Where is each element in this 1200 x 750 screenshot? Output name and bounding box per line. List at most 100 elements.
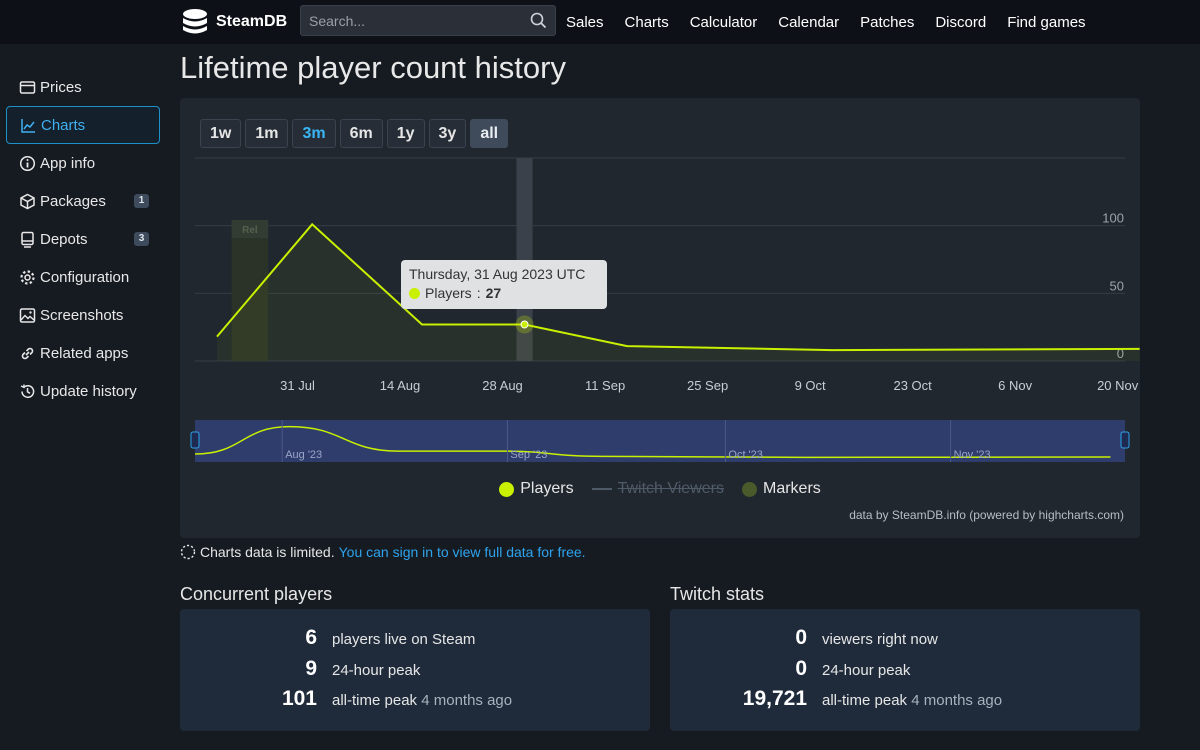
- sidebar-item-label: Charts: [41, 116, 86, 134]
- range-6m-button[interactable]: 6m: [339, 119, 383, 148]
- twitch-all-time-peak-value: 19,721: [742, 687, 807, 710]
- stat-row: 9 24-hour peak: [180, 657, 650, 687]
- x-tick-label: 11 Sep: [585, 378, 625, 393]
- twitch-stats-title: Twitch stats: [670, 584, 765, 604]
- legend-players[interactable]: Players: [499, 480, 574, 498]
- navigator-label: Sep '23: [510, 449, 547, 461]
- sidebar-item-related-apps[interactable]: Related apps: [6, 334, 160, 372]
- steamdb-logo-icon: [183, 9, 207, 34]
- info-icon: [19, 155, 36, 171]
- twitch-all-time-peak-label: all-time peak 4 months ago: [822, 692, 1002, 709]
- nav-find-games[interactable]: Find games: [1007, 14, 1085, 31]
- navigator-label: Oct '23: [728, 449, 763, 461]
- data-limited-notice: Charts data is limited. You can sign in …: [180, 544, 586, 560]
- history-icon: [20, 383, 35, 398]
- tooltip-value: 27: [485, 285, 502, 301]
- twitch-peak-24h-label: 24-hour peak: [822, 662, 911, 679]
- nav-discord[interactable]: Discord: [935, 14, 986, 31]
- range-1w-button[interactable]: 1w: [200, 119, 242, 148]
- legend-twitch-line: [591, 488, 612, 490]
- sidebar-item-label: Depots: [40, 230, 88, 248]
- hover-point: [520, 320, 529, 329]
- player-chart-panel: 050100Rel31 Jul14 Aug28 Aug11 Sep25 Sep9…: [180, 98, 1140, 538]
- legend-twitch-viewers[interactable]: Twitch Viewers: [591, 480, 724, 498]
- tooltip-series-row: Players: 27: [409, 285, 599, 301]
- navigator-handle: [190, 431, 200, 449]
- logo-text: SteamDB: [216, 13, 288, 30]
- range-1y-button[interactable]: 1y: [386, 119, 425, 148]
- top-navbar: SteamDB Sales Charts Calculator Calendar…: [0, 0, 1200, 44]
- dashed-circle-icon: [180, 544, 196, 560]
- sidebar-item-depots[interactable]: Depots 3: [6, 220, 160, 258]
- navigator-label: Aug '23: [285, 449, 322, 461]
- nav-patches[interactable]: Patches: [860, 14, 914, 31]
- main-nav: Sales Charts Calculator Calendar Patches…: [566, 0, 1086, 44]
- search-icon[interactable]: [530, 12, 547, 29]
- sidebar-item-label: App info: [40, 154, 96, 172]
- stat-row: 0 viewers right now: [670, 626, 1140, 656]
- sign-in-link[interactable]: You can sign in to view full data for fr…: [339, 544, 586, 560]
- legend-markers[interactable]: Markers: [741, 480, 821, 498]
- viewers-now-label: viewers right now: [822, 631, 938, 648]
- sidebar-item-label: Prices: [40, 78, 82, 96]
- range-3m-button[interactable]: 3m: [292, 119, 336, 148]
- range-all-button[interactable]: all: [470, 119, 509, 148]
- legend-players-dot: [499, 481, 515, 497]
- players-live-label: players live on Steam: [332, 631, 476, 648]
- twitch-all-time-peak-note: 4 months ago: [911, 692, 1003, 709]
- concurrent-players-box: 6 players live on Steam 9 24-hour peak 1…: [180, 609, 650, 731]
- steamdb-logo[interactable]: SteamDB: [180, 6, 287, 38]
- sidebar-item-label: Packages: [40, 192, 106, 210]
- tooltip-series-dot: [409, 287, 420, 299]
- depots-count-badge: 3: [134, 232, 149, 246]
- all-time-peak-note: 4 months ago: [421, 692, 513, 709]
- nav-charts[interactable]: Charts: [625, 14, 669, 31]
- nav-calculator[interactable]: Calculator: [690, 14, 758, 31]
- legend-markers-label: Markers: [762, 480, 821, 497]
- concurrent-players-title: Concurrent players: [180, 584, 333, 604]
- sidebar-item-label: Configuration: [40, 268, 130, 286]
- x-tick-label: 20 Nov: [1097, 378, 1139, 393]
- sidebar-item-configuration[interactable]: Configuration: [6, 258, 160, 296]
- twitch-peak-24h-value: 0: [795, 657, 807, 680]
- legend-markers-dot: [741, 481, 757, 497]
- sidebar-item-screenshots[interactable]: Screenshots: [6, 296, 160, 334]
- notice-text: Charts data is limited.: [200, 544, 335, 560]
- tooltip-series-name: Players: [425, 285, 472, 301]
- peak-24h-label: 24-hour peak: [332, 662, 421, 679]
- chart-legend: Players Twitch Viewers Markers: [180, 480, 1140, 498]
- image-icon: [19, 307, 36, 323]
- tooltip-colon: :: [476, 285, 481, 301]
- navigator-label: Nov '23: [954, 449, 991, 461]
- y-tick-label: 50: [1110, 278, 1124, 293]
- sidebar-item-update-history[interactable]: Update history: [6, 372, 160, 410]
- players-live-value: 6: [305, 626, 317, 649]
- sidebar-item-label: Related apps: [40, 344, 129, 362]
- x-tick-label: 9 Oct: [795, 378, 826, 393]
- nav-calendar[interactable]: Calendar: [778, 14, 839, 31]
- y-tick-label: 100: [1102, 211, 1124, 226]
- player-count-chart[interactable]: 050100Rel31 Jul14 Aug28 Aug11 Sep25 Sep9…: [180, 98, 1140, 538]
- nav-sales[interactable]: Sales: [566, 14, 604, 31]
- sidebar-item-charts[interactable]: Charts: [6, 106, 160, 144]
- x-tick-label: 31 Jul: [280, 378, 315, 393]
- tooltip-date: Thursday, 31 Aug 2023 UTC: [409, 266, 586, 282]
- stat-row: 19,721 all-time peak 4 months ago: [670, 687, 1140, 717]
- depot-icon: [21, 231, 34, 248]
- range-1m-button[interactable]: 1m: [245, 119, 289, 148]
- sidebar-item-label: Screenshots: [40, 306, 124, 324]
- stat-row: 6 players live on Steam: [180, 626, 650, 656]
- sidebar-item-app-info[interactable]: App info: [6, 144, 160, 182]
- sidebar-item-prices[interactable]: Prices: [6, 68, 160, 106]
- viewers-now-value: 0: [795, 626, 807, 649]
- page-title: Lifetime player count history: [180, 50, 566, 85]
- search-input[interactable]: [301, 6, 521, 35]
- players-area: [216, 224, 1140, 361]
- chart-credits[interactable]: data by SteamDB.info (powered by highcha…: [849, 508, 1124, 522]
- navigator-handle: [1120, 431, 1130, 449]
- x-tick-label: 14 Aug: [380, 378, 421, 393]
- release-marker-label: Rel: [242, 225, 258, 236]
- range-3y-button[interactable]: 3y: [428, 119, 467, 148]
- sidebar-item-packages[interactable]: Packages 1: [6, 182, 160, 220]
- price-tag-icon: [19, 80, 36, 94]
